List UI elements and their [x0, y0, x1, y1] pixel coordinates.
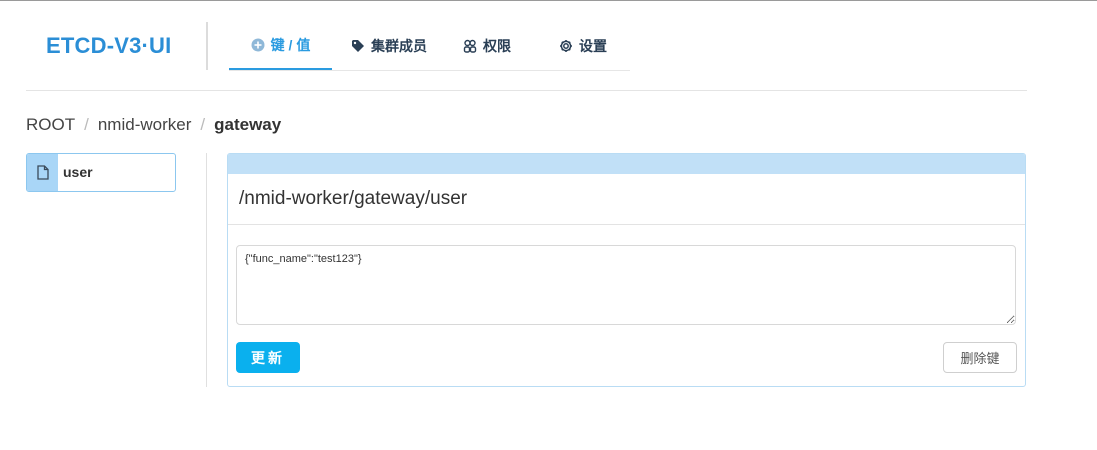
column-divider	[206, 153, 207, 387]
tab-label: 权限	[483, 37, 511, 54]
key-path-title: /nmid-worker/gateway/user	[228, 174, 1025, 225]
delete-key-button[interactable]: 删除键	[943, 342, 1017, 373]
plus-circle-icon	[251, 38, 265, 52]
key-value-textarea[interactable]: {"func_name":"test123"}	[236, 245, 1016, 325]
update-button[interactable]: 更新	[236, 342, 300, 373]
breadcrumb-current: gateway	[214, 115, 282, 134]
tab-settings[interactable]: 设置	[547, 22, 619, 69]
key-list-item-label: user	[63, 164, 93, 180]
window-top-border	[0, 0, 1097, 1]
main-nav: 键 / 值 集群成员 权限 设置	[229, 22, 630, 71]
tab-label: 键 / 值	[270, 37, 311, 53]
breadcrumb-separator: /	[200, 115, 206, 134]
key-list-item-user[interactable]: user	[26, 153, 176, 192]
gear-icon	[559, 39, 573, 53]
logo-divider	[206, 22, 208, 70]
users-icon	[463, 39, 477, 53]
tab-label: 集群成员	[371, 37, 427, 54]
tab-permissions[interactable]: 权限	[451, 22, 523, 69]
key-editor-panel: /nmid-worker/gateway/user {"func_name":"…	[227, 153, 1026, 387]
breadcrumb-nmid-worker[interactable]: nmid-worker	[98, 115, 192, 135]
header-divider	[26, 90, 1027, 91]
tab-cluster-members[interactable]: 集群成员	[339, 22, 439, 69]
tab-key-value[interactable]: 键 / 值	[229, 22, 332, 70]
tab-label: 设置	[579, 37, 607, 54]
file-icon	[27, 154, 58, 191]
panel-header-bar	[228, 154, 1025, 174]
breadcrumb: ROOT / nmid-worker / gateway	[26, 115, 281, 135]
breadcrumb-separator: /	[84, 115, 89, 134]
tag-icon	[351, 39, 365, 53]
app-logo[interactable]: ETCD-V3·UI	[46, 33, 171, 59]
breadcrumb-root[interactable]: ROOT	[26, 115, 75, 135]
